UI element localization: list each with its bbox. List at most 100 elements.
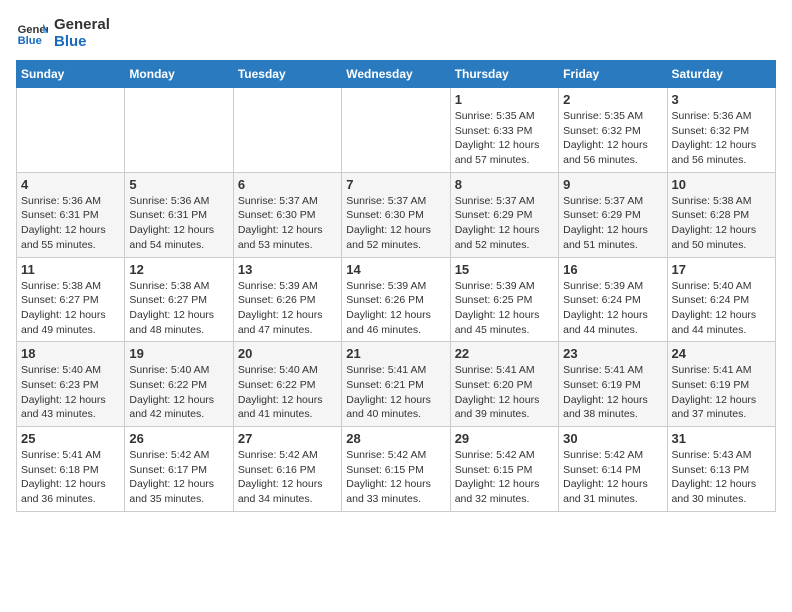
day-detail: Sunrise: 5:37 AM Sunset: 6:29 PM Dayligh… bbox=[563, 194, 662, 253]
weekday-header-thursday: Thursday bbox=[450, 61, 558, 88]
day-detail: Sunrise: 5:38 AM Sunset: 6:27 PM Dayligh… bbox=[21, 279, 120, 338]
day-detail: Sunrise: 5:41 AM Sunset: 6:19 PM Dayligh… bbox=[672, 363, 771, 422]
day-detail: Sunrise: 5:37 AM Sunset: 6:30 PM Dayligh… bbox=[238, 194, 337, 253]
day-detail: Sunrise: 5:41 AM Sunset: 6:19 PM Dayligh… bbox=[563, 363, 662, 422]
calendar-cell: 13 Sunrise: 5:39 AM Sunset: 6:26 PM Dayli… bbox=[233, 257, 341, 342]
calendar-cell: 18Sunrise: 5:40 AM Sunset: 6:23 PM Dayli… bbox=[17, 342, 125, 427]
logo-blue: Blue bbox=[54, 33, 110, 50]
day-number: 18 bbox=[21, 346, 120, 361]
day-detail: Sunrise: 5:39 AM Sunset: 6:24 PM Dayligh… bbox=[563, 279, 662, 338]
page-header: General Blue General Blue bbox=[16, 16, 776, 50]
logo-icon: General Blue bbox=[16, 17, 48, 49]
day-number: 15 bbox=[455, 262, 554, 277]
calendar-cell: 3 Sunrise: 5:36 AM Sunset: 6:32 PM Daylig… bbox=[667, 88, 775, 173]
day-number: 6 bbox=[238, 177, 337, 192]
day-number: 31 bbox=[672, 431, 771, 446]
calendar-cell: 2 Sunrise: 5:35 AM Sunset: 6:32 PM Daylig… bbox=[559, 88, 667, 173]
logo: General Blue General Blue bbox=[16, 16, 110, 50]
weekday-header-friday: Friday bbox=[559, 61, 667, 88]
calendar-cell: 26 Sunrise: 5:42 AM Sunset: 6:17 PM Dayli… bbox=[125, 427, 233, 512]
day-number: 4 bbox=[21, 177, 120, 192]
weekday-header-saturday: Saturday bbox=[667, 61, 775, 88]
day-number: 8 bbox=[455, 177, 554, 192]
day-detail: Sunrise: 5:42 AM Sunset: 6:15 PM Dayligh… bbox=[455, 448, 554, 507]
day-detail: Sunrise: 5:39 AM Sunset: 6:25 PM Dayligh… bbox=[455, 279, 554, 338]
calendar-cell: 20 Sunrise: 5:40 AM Sunset: 6:22 PM Dayli… bbox=[233, 342, 341, 427]
day-detail: Sunrise: 5:36 AM Sunset: 6:31 PM Dayligh… bbox=[21, 194, 120, 253]
calendar-cell: 16 Sunrise: 5:39 AM Sunset: 6:24 PM Dayli… bbox=[559, 257, 667, 342]
day-number: 17 bbox=[672, 262, 771, 277]
day-number: 27 bbox=[238, 431, 337, 446]
calendar-cell: 14 Sunrise: 5:39 AM Sunset: 6:26 PM Dayli… bbox=[342, 257, 450, 342]
logo-general: General bbox=[54, 16, 110, 33]
calendar-cell: 27 Sunrise: 5:42 AM Sunset: 6:16 PM Dayli… bbox=[233, 427, 341, 512]
calendar-cell: 10 Sunrise: 5:38 AM Sunset: 6:28 PM Dayli… bbox=[667, 172, 775, 257]
calendar-cell: 19 Sunrise: 5:40 AM Sunset: 6:22 PM Dayli… bbox=[125, 342, 233, 427]
day-detail: Sunrise: 5:42 AM Sunset: 6:17 PM Dayligh… bbox=[129, 448, 228, 507]
day-number: 19 bbox=[129, 346, 228, 361]
day-number: 3 bbox=[672, 92, 771, 107]
day-number: 9 bbox=[563, 177, 662, 192]
day-number: 22 bbox=[455, 346, 554, 361]
day-number: 13 bbox=[238, 262, 337, 277]
day-detail: Sunrise: 5:40 AM Sunset: 6:22 PM Dayligh… bbox=[238, 363, 337, 422]
day-detail: Sunrise: 5:38 AM Sunset: 6:27 PM Dayligh… bbox=[129, 279, 228, 338]
weekday-header-wednesday: Wednesday bbox=[342, 61, 450, 88]
day-number: 30 bbox=[563, 431, 662, 446]
calendar-cell: 23 Sunrise: 5:41 AM Sunset: 6:19 PM Dayli… bbox=[559, 342, 667, 427]
day-detail: Sunrise: 5:41 AM Sunset: 6:20 PM Dayligh… bbox=[455, 363, 554, 422]
calendar-cell bbox=[233, 88, 341, 173]
calendar-cell: 17Sunrise: 5:40 AM Sunset: 6:24 PM Dayli… bbox=[667, 257, 775, 342]
weekday-header-tuesday: Tuesday bbox=[233, 61, 341, 88]
day-detail: Sunrise: 5:39 AM Sunset: 6:26 PM Dayligh… bbox=[238, 279, 337, 338]
day-detail: Sunrise: 5:36 AM Sunset: 6:32 PM Dayligh… bbox=[672, 109, 771, 168]
calendar-cell: 24 Sunrise: 5:41 AM Sunset: 6:19 PM Dayli… bbox=[667, 342, 775, 427]
calendar-table: SundayMondayTuesdayWednesdayThursdayFrid… bbox=[16, 60, 776, 512]
day-number: 25 bbox=[21, 431, 120, 446]
calendar-cell: 8Sunrise: 5:37 AM Sunset: 6:29 PM Daylig… bbox=[450, 172, 558, 257]
calendar-cell: 4 Sunrise: 5:36 AM Sunset: 6:31 PM Daylig… bbox=[17, 172, 125, 257]
day-number: 23 bbox=[563, 346, 662, 361]
day-detail: Sunrise: 5:41 AM Sunset: 6:21 PM Dayligh… bbox=[346, 363, 445, 422]
calendar-cell: 15 Sunrise: 5:39 AM Sunset: 6:25 PM Dayli… bbox=[450, 257, 558, 342]
calendar-cell: 12 Sunrise: 5:38 AM Sunset: 6:27 PM Dayli… bbox=[125, 257, 233, 342]
day-detail: Sunrise: 5:35 AM Sunset: 6:33 PM Dayligh… bbox=[455, 109, 554, 168]
day-number: 12 bbox=[129, 262, 228, 277]
day-number: 16 bbox=[563, 262, 662, 277]
day-number: 26 bbox=[129, 431, 228, 446]
day-detail: Sunrise: 5:42 AM Sunset: 6:16 PM Dayligh… bbox=[238, 448, 337, 507]
day-detail: Sunrise: 5:40 AM Sunset: 6:22 PM Dayligh… bbox=[129, 363, 228, 422]
weekday-header-monday: Monday bbox=[125, 61, 233, 88]
calendar-cell: 6 Sunrise: 5:37 AM Sunset: 6:30 PM Daylig… bbox=[233, 172, 341, 257]
day-detail: Sunrise: 5:35 AM Sunset: 6:32 PM Dayligh… bbox=[563, 109, 662, 168]
day-detail: Sunrise: 5:42 AM Sunset: 6:14 PM Dayligh… bbox=[563, 448, 662, 507]
calendar-cell: 30 Sunrise: 5:42 AM Sunset: 6:14 PM Dayli… bbox=[559, 427, 667, 512]
calendar-cell: 5Sunrise: 5:36 AM Sunset: 6:31 PM Daylig… bbox=[125, 172, 233, 257]
day-number: 1 bbox=[455, 92, 554, 107]
day-number: 24 bbox=[672, 346, 771, 361]
day-number: 21 bbox=[346, 346, 445, 361]
calendar-cell bbox=[125, 88, 233, 173]
calendar-cell: 9 Sunrise: 5:37 AM Sunset: 6:29 PM Daylig… bbox=[559, 172, 667, 257]
day-number: 2 bbox=[563, 92, 662, 107]
calendar-cell: 11 Sunrise: 5:38 AM Sunset: 6:27 PM Dayli… bbox=[17, 257, 125, 342]
day-number: 11 bbox=[21, 262, 120, 277]
calendar-cell: 31 Sunrise: 5:43 AM Sunset: 6:13 PM Dayli… bbox=[667, 427, 775, 512]
svg-text:Blue: Blue bbox=[18, 35, 42, 47]
day-detail: Sunrise: 5:41 AM Sunset: 6:18 PM Dayligh… bbox=[21, 448, 120, 507]
day-detail: Sunrise: 5:42 AM Sunset: 6:15 PM Dayligh… bbox=[346, 448, 445, 507]
calendar-cell: 1 Sunrise: 5:35 AM Sunset: 6:33 PM Daylig… bbox=[450, 88, 558, 173]
day-detail: Sunrise: 5:39 AM Sunset: 6:26 PM Dayligh… bbox=[346, 279, 445, 338]
day-number: 10 bbox=[672, 177, 771, 192]
day-number: 20 bbox=[238, 346, 337, 361]
day-number: 7 bbox=[346, 177, 445, 192]
calendar-cell: 21 Sunrise: 5:41 AM Sunset: 6:21 PM Dayli… bbox=[342, 342, 450, 427]
calendar-cell bbox=[342, 88, 450, 173]
calendar-cell: 7Sunrise: 5:37 AM Sunset: 6:30 PM Daylig… bbox=[342, 172, 450, 257]
calendar-cell: 22 Sunrise: 5:41 AM Sunset: 6:20 PM Dayli… bbox=[450, 342, 558, 427]
day-number: 14 bbox=[346, 262, 445, 277]
day-detail: Sunrise: 5:36 AM Sunset: 6:31 PM Dayligh… bbox=[129, 194, 228, 253]
calendar-cell: 29Sunrise: 5:42 AM Sunset: 6:15 PM Dayli… bbox=[450, 427, 558, 512]
day-detail: Sunrise: 5:38 AM Sunset: 6:28 PM Dayligh… bbox=[672, 194, 771, 253]
day-detail: Sunrise: 5:43 AM Sunset: 6:13 PM Dayligh… bbox=[672, 448, 771, 507]
